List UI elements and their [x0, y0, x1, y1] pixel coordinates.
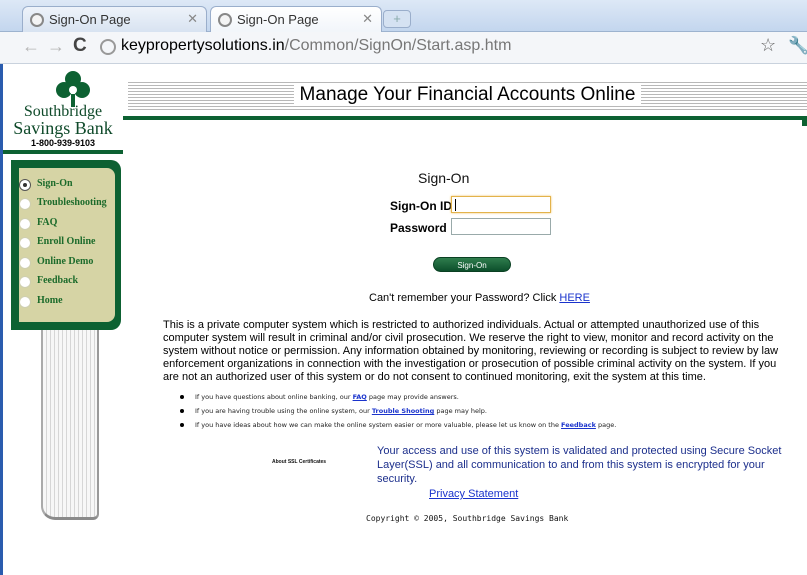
radio-dot-icon: [19, 198, 31, 210]
ssl-notice: Your access and use of this system is va…: [377, 445, 782, 485]
sidebar-item-feedback[interactable]: Feedback: [19, 275, 78, 289]
signon-id-input[interactable]: [451, 196, 551, 213]
close-icon[interactable]: ✕: [362, 11, 373, 27]
new-tab-button[interactable]: +: [383, 10, 411, 28]
tab-2-title: Sign-On Page: [237, 12, 319, 27]
sidebar-item-home[interactable]: Home: [19, 295, 63, 309]
radio-dot-icon: [19, 237, 31, 249]
header-rule-tick: [802, 120, 807, 126]
decorative-column: [41, 330, 99, 520]
forward-arrow-icon[interactable]: →: [47, 36, 65, 57]
bullet-text: page may provide answers.: [366, 393, 459, 401]
radio-dot-icon: [19, 257, 31, 269]
sidebar-item-online-demo[interactable]: Online Demo: [19, 256, 93, 270]
bullet-text: If you are having trouble using the onli…: [195, 407, 372, 415]
reload-icon[interactable]: C: [73, 35, 87, 57]
privacy-statement-link[interactable]: Privacy Statement: [429, 488, 518, 500]
radio-dot-icon: [19, 218, 31, 230]
feedback-link[interactable]: Feedback: [561, 421, 596, 429]
bank-logo[interactable]: Southbridge Savings Bank 1-800-939-9103: [3, 64, 131, 164]
menu-top-rule: [3, 150, 123, 154]
browser-toolbar: ← → C keypropertysolutions.in/Common/Sig…: [0, 32, 807, 64]
text-caret: [455, 199, 456, 211]
url-path: /Common/SignOn/Start.asp.htm: [284, 37, 512, 54]
close-icon[interactable]: ✕: [187, 11, 198, 27]
faq-link[interactable]: FAQ: [353, 393, 367, 401]
sidebar-item-label: FAQ: [37, 217, 58, 228]
sidebar-item-label: Home: [37, 295, 63, 306]
signon-heading: Sign-On: [418, 170, 470, 186]
radio-dot-icon: [19, 296, 31, 308]
bank-phone: 1-800-939-9103: [30, 138, 96, 148]
troubleshooting-link[interactable]: Trouble Shooting: [372, 407, 434, 415]
url-text: keypropertysolutions.in/Common/SignOn/St…: [121, 37, 511, 55]
wrench-icon[interactable]: 🔧: [788, 36, 807, 56]
bullet-text: If you have questions about online banki…: [195, 393, 353, 401]
back-arrow-icon[interactable]: ←: [22, 36, 40, 57]
list-item: If you are having trouble using the onli…: [179, 406, 799, 420]
page-icon: [100, 39, 116, 55]
sidebar-item-faq[interactable]: FAQ: [19, 217, 57, 231]
sidebar-item-label: Sign-On: [37, 178, 73, 189]
sidebar-item-label: Feedback: [37, 275, 79, 286]
help-list: If you have questions about online banki…: [179, 392, 799, 434]
bullet-text: page.: [595, 421, 617, 429]
list-item: If you have ideas about how we can make …: [179, 420, 799, 434]
forgot-password-link[interactable]: HERE: [559, 292, 590, 304]
tab-1-title: Sign-On Page: [49, 12, 131, 27]
bullet-text: If you have ideas about how we can make …: [195, 421, 562, 429]
signon-button[interactable]: Sign-On: [433, 257, 511, 272]
url-domain: keypropertysolutions.in: [121, 37, 285, 54]
password-label: Password: [390, 221, 447, 235]
radio-dot-icon: [19, 276, 31, 288]
sidebar-item-label: Troubleshooting: [37, 197, 107, 208]
bank-name-line2: Savings Bank: [13, 118, 113, 138]
tab-1[interactable]: Sign-On Page ✕: [22, 6, 207, 32]
header-rule: [123, 116, 807, 120]
signon-id-label: Sign-On ID: [390, 199, 452, 213]
forgot-password: Can't remember your Password? Click HERE: [369, 292, 590, 304]
password-input[interactable]: [451, 218, 551, 235]
sidebar-item-label: Enroll Online: [37, 236, 96, 247]
bookmark-star-icon[interactable]: ☆: [760, 35, 776, 56]
legal-notice: This is a private computer system which …: [163, 319, 779, 383]
globe-icon: [30, 13, 44, 27]
list-item: If you have questions about online banki…: [179, 392, 799, 406]
page-title: Manage Your Financial Accounts Online: [128, 84, 807, 106]
bullet-text: page may help.: [434, 407, 487, 415]
sidebar-item-label: Online Demo: [37, 256, 94, 267]
forgot-password-text: Can't remember your Password? Click: [369, 292, 560, 304]
sidebar-item-sign-on[interactable]: Sign-On: [19, 178, 73, 192]
copyright: Copyright © 2005, Southbridge Savings Ba…: [366, 514, 569, 523]
sidebar-item-troubleshooting[interactable]: Troubleshooting: [19, 197, 107, 211]
tab-bar: Sign-On Page ✕ Sign-On Page ✕ +: [0, 0, 807, 33]
globe-icon: [218, 13, 232, 27]
tab-2[interactable]: Sign-On Page ✕: [210, 6, 382, 33]
ssl-certificates-link[interactable]: About SSL Certificates: [272, 459, 326, 465]
page-content: Southbridge Savings Bank 1-800-939-9103 …: [3, 64, 807, 575]
bank-name: Southbridge Savings Bank: [9, 104, 117, 138]
browser-window: Sign-On Page ✕ Sign-On Page ✕ + ← → C ke…: [0, 0, 807, 575]
sidebar-item-enroll-online[interactable]: Enroll Online: [19, 236, 95, 250]
page-title-text: Manage Your Financial Accounts Online: [293, 84, 642, 105]
address-bar[interactable]: keypropertysolutions.in/Common/SignOn/St…: [100, 36, 780, 60]
radio-dot-icon: [19, 179, 31, 191]
